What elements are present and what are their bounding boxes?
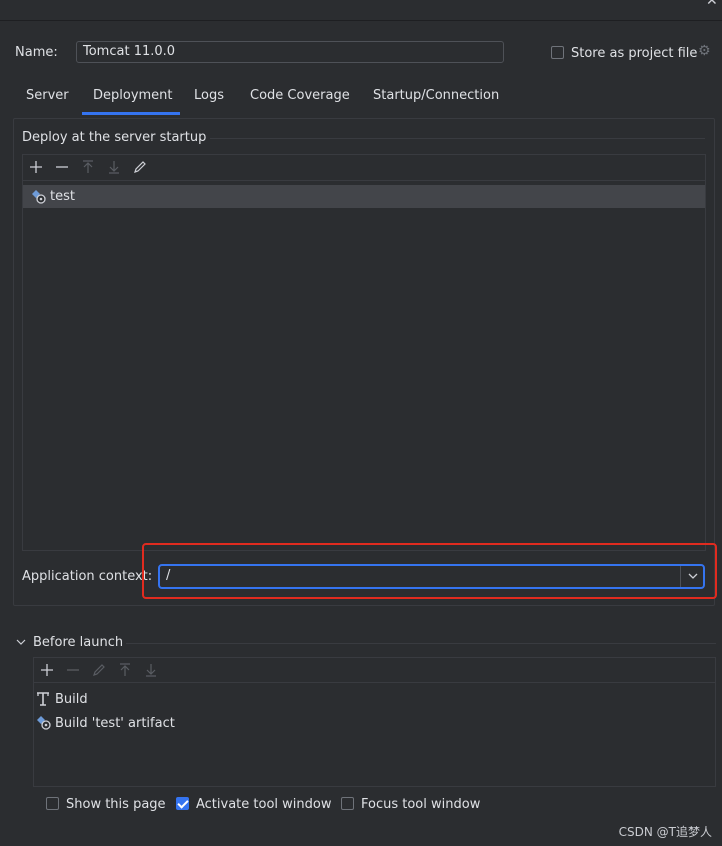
- store-as-project-file-checkbox[interactable]: [551, 46, 564, 59]
- before-launch-toolbar: [34, 658, 715, 683]
- list-item[interactable]: [23, 185, 705, 208]
- before-launch-title[interactable]: Before launch: [33, 635, 123, 650]
- artifact-icon: [31, 189, 46, 204]
- move-down-icon[interactable]: [143, 662, 159, 678]
- deploy-list[interactable]: [22, 154, 706, 551]
- edit-icon[interactable]: [132, 159, 148, 175]
- tab-deployment[interactable]: Deployment: [93, 88, 173, 103]
- focus-tool-window-checkbox[interactable]: [341, 797, 354, 810]
- edit-icon[interactable]: [91, 662, 107, 678]
- add-icon[interactable]: [39, 662, 55, 678]
- focus-tool-window-label[interactable]: Focus tool window: [361, 797, 480, 812]
- title-divider: [0, 20, 722, 21]
- remove-icon[interactable]: [65, 662, 81, 678]
- tab-server[interactable]: Server: [26, 88, 69, 103]
- tab-code-coverage[interactable]: Code Coverage: [250, 88, 350, 103]
- close-icon[interactable]: ✕: [706, 0, 720, 8]
- artifact-icon: [36, 715, 51, 730]
- tab-startup-connection[interactable]: Startup/Connection: [373, 88, 499, 103]
- build-icon: [36, 691, 50, 707]
- deploy-toolbar: [23, 155, 705, 181]
- name-input[interactable]: Tomcat 11.0.0: [76, 41, 504, 63]
- list-item[interactable]: Build: [55, 692, 88, 707]
- move-down-icon[interactable]: [106, 159, 122, 175]
- move-up-icon[interactable]: [80, 159, 96, 175]
- activate-tool-window-label[interactable]: Activate tool window: [196, 797, 331, 812]
- name-label: Name:: [15, 45, 58, 60]
- watermark: CSDN @T追梦人: [618, 825, 712, 839]
- section-divider: [126, 643, 716, 644]
- section-divider: [210, 138, 705, 139]
- application-context-label: Application context:: [22, 569, 153, 584]
- show-this-page-checkbox[interactable]: [46, 797, 59, 810]
- gear-icon[interactable]: ⚙: [698, 44, 712, 58]
- show-this-page-label[interactable]: Show this page: [66, 797, 166, 812]
- active-tab-indicator: [82, 112, 180, 115]
- highlight-annotation: [142, 543, 717, 599]
- list-item-label: test: [50, 189, 75, 204]
- deploy-section-title: Deploy at the server startup: [22, 130, 207, 145]
- tab-logs[interactable]: Logs: [194, 88, 224, 103]
- list-item[interactable]: Build 'test' artifact: [55, 716, 175, 731]
- store-as-project-file-label[interactable]: Store as project file: [571, 46, 697, 61]
- move-up-icon[interactable]: [117, 662, 133, 678]
- collapse-chevron-icon[interactable]: [16, 636, 26, 646]
- add-icon[interactable]: [28, 159, 44, 175]
- remove-icon[interactable]: [54, 159, 70, 175]
- activate-tool-window-checkbox[interactable]: [176, 797, 189, 810]
